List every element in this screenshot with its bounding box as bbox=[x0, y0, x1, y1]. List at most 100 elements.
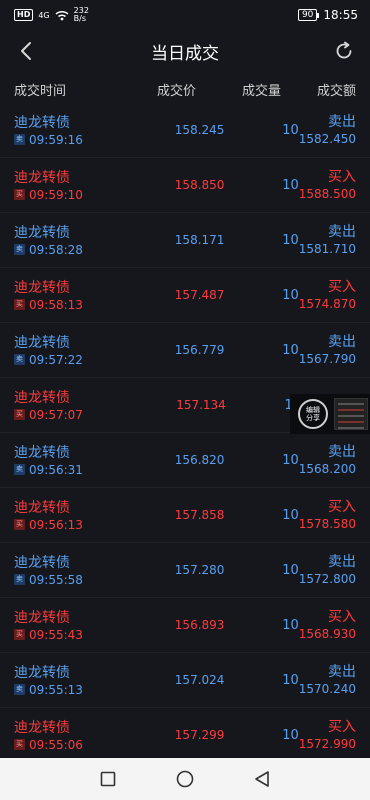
row-time-cell: 迪龙转债 卖 09:55:13 bbox=[14, 664, 125, 697]
edit-share-button[interactable]: 编辑 分享 bbox=[298, 399, 328, 429]
status-time: 18:55 bbox=[323, 8, 358, 22]
trade-price: 157.024 bbox=[174, 673, 225, 687]
side-tag: 买 bbox=[14, 629, 25, 640]
table-header: 成交时间 成交价 成交量 成交额 bbox=[0, 72, 370, 106]
signal-icon: 4G bbox=[38, 10, 50, 20]
bond-name: 迪龙转债 bbox=[14, 664, 70, 681]
bond-name: 迪龙转债 bbox=[14, 114, 70, 131]
wifi-icon bbox=[55, 10, 69, 20]
table-row[interactable]: 迪龙转债 买 09:58:13 157.487 10 买入 1574.870 bbox=[0, 268, 370, 323]
trade-price: 157.487 bbox=[174, 288, 225, 302]
table-row[interactable]: 迪龙转债 买 09:56:13 157.858 10 买入 1578.580 bbox=[0, 488, 370, 543]
square-recent-icon[interactable] bbox=[100, 771, 116, 787]
side-tag: 卖 bbox=[14, 464, 25, 475]
time-wrap: 卖 09:57:22 bbox=[14, 353, 125, 367]
trade-price: 156.820 bbox=[174, 453, 225, 467]
time-wrap: 卖 09:55:58 bbox=[14, 573, 125, 587]
trade-volume: 10 bbox=[282, 727, 299, 743]
trade-side: 买入 bbox=[328, 719, 356, 735]
row-time-cell: 迪龙转债 卖 09:55:58 bbox=[14, 554, 125, 587]
edit-share-line1: 编辑 bbox=[306, 406, 320, 414]
trade-volume: 10 bbox=[282, 452, 299, 468]
table-row[interactable]: 迪龙转债 卖 09:57:22 156.779 10 卖出 1567.790 bbox=[0, 323, 370, 378]
table-row[interactable]: 迪龙转债 卖 09:55:13 157.024 10 卖出 1570.240 bbox=[0, 653, 370, 708]
row-amount-cell: 买入 1568.930 bbox=[299, 608, 356, 642]
row-amount-cell: 买入 1572.990 bbox=[299, 718, 356, 752]
trade-side: 卖出 bbox=[328, 114, 356, 130]
row-time-cell: 迪龙转债 卖 09:56:31 bbox=[14, 444, 125, 477]
header-volume: 成交量 bbox=[241, 83, 281, 99]
table-row[interactable]: 迪龙转债 卖 09:59:16 158.245 10 卖出 1582.450 bbox=[0, 103, 370, 158]
trade-side: 买入 bbox=[328, 499, 356, 515]
time-wrap: 买 09:57:07 bbox=[14, 408, 126, 422]
trade-time: 09:59:10 bbox=[29, 187, 83, 202]
edit-share-line2: 分享 bbox=[306, 414, 320, 422]
row-time-cell: 迪龙转债 卖 09:58:28 bbox=[14, 224, 125, 257]
table-row[interactable]: 迪龙转债 买 09:55:06 157.299 10 买入 1572.990 bbox=[0, 708, 370, 763]
trade-time: 09:55:13 bbox=[29, 682, 83, 697]
side-tag: 卖 bbox=[14, 134, 25, 145]
time-wrap: 买 09:56:13 bbox=[14, 518, 125, 532]
trade-price: 157.134 bbox=[176, 398, 226, 412]
trade-side: 买入 bbox=[328, 279, 356, 295]
table-row[interactable]: 迪龙转债 卖 09:55:58 157.280 10 卖出 1572.800 bbox=[0, 543, 370, 598]
bond-name: 迪龙转债 bbox=[14, 609, 70, 626]
row-amount-cell: 卖出 1568.200 bbox=[299, 443, 356, 477]
time-wrap: 买 09:59:10 bbox=[14, 188, 125, 202]
bond-name: 迪龙转债 bbox=[14, 554, 70, 571]
trade-time: 09:55:06 bbox=[29, 737, 83, 752]
trade-time: 09:56:13 bbox=[29, 517, 83, 532]
table-row[interactable]: 迪龙转债 买 09:59:10 158.850 10 买入 1588.500 bbox=[0, 158, 370, 213]
battery-icon: 90 bbox=[297, 9, 320, 21]
trade-side: 买入 bbox=[328, 609, 356, 625]
triangle-back-icon[interactable] bbox=[254, 770, 270, 788]
trade-time: 09:55:43 bbox=[29, 627, 83, 642]
side-tag: 卖 bbox=[14, 574, 25, 585]
time-wrap: 买 09:55:43 bbox=[14, 628, 125, 642]
row-amount-cell: 买入 1588.500 bbox=[299, 168, 356, 202]
trade-time: 09:57:22 bbox=[29, 352, 83, 367]
status-right: 90 18:55 bbox=[297, 8, 358, 22]
trade-volume: 10 bbox=[282, 672, 299, 688]
trade-amount: 1572.800 bbox=[298, 572, 356, 586]
side-tag: 卖 bbox=[14, 244, 25, 255]
trade-amount: 1568.200 bbox=[298, 462, 356, 476]
bond-name: 迪龙转债 bbox=[14, 389, 70, 406]
refresh-button[interactable] bbox=[332, 39, 356, 63]
row-amount-cell: 卖出 1570.240 bbox=[299, 663, 356, 697]
circle-home-icon[interactable] bbox=[176, 770, 194, 788]
trade-volume: 10 bbox=[282, 562, 299, 578]
table-row[interactable]: 迪龙转债 买 09:55:43 156.893 10 买入 1568.930 bbox=[0, 598, 370, 653]
back-button[interactable] bbox=[14, 39, 38, 63]
trade-time: 09:58:28 bbox=[29, 242, 83, 257]
trade-amount: 1570.240 bbox=[298, 682, 356, 696]
top-navbar: 当日成交 bbox=[0, 30, 370, 72]
trade-volume: 10 bbox=[282, 342, 299, 358]
trade-price: 158.245 bbox=[174, 123, 225, 137]
trade-time: 09:56:31 bbox=[29, 462, 83, 477]
row-amount-cell: 卖出 1572.800 bbox=[299, 553, 356, 587]
row-amount-cell: 卖出 1582.450 bbox=[299, 113, 356, 147]
table-row[interactable]: 迪龙转债 卖 09:58:28 158.171 10 卖出 1581.710 bbox=[0, 213, 370, 268]
trade-time: 09:58:13 bbox=[29, 297, 83, 312]
trade-amount: 1574.870 bbox=[298, 297, 356, 311]
time-wrap: 买 09:58:13 bbox=[14, 298, 125, 312]
table-row[interactable]: 迪龙转债 卖 09:56:31 156.820 10 卖出 1568.200 bbox=[0, 433, 370, 488]
side-tag: 买 bbox=[14, 409, 25, 420]
side-tag: 卖 bbox=[14, 354, 25, 365]
row-time-cell: 迪龙转债 买 09:58:13 bbox=[14, 279, 125, 312]
trade-side: 卖出 bbox=[328, 334, 356, 350]
header-price: 成交价 bbox=[156, 83, 196, 99]
side-tag: 买 bbox=[14, 189, 25, 200]
trade-volume: 10 bbox=[282, 507, 299, 523]
trade-amount: 1568.930 bbox=[298, 627, 356, 641]
trade-amount: 1582.450 bbox=[298, 132, 356, 146]
bond-name: 迪龙转债 bbox=[14, 719, 70, 736]
screenshot-thumbnail[interactable] bbox=[334, 398, 368, 430]
floating-share-widget[interactable]: 编辑 分享 bbox=[290, 394, 370, 434]
time-wrap: 卖 09:55:13 bbox=[14, 683, 125, 697]
row-amount-cell: 买入 1574.870 bbox=[299, 278, 356, 312]
bond-name: 迪龙转债 bbox=[14, 169, 70, 186]
trade-volume: 10 bbox=[282, 232, 299, 248]
trade-amount: 1578.580 bbox=[298, 517, 356, 531]
